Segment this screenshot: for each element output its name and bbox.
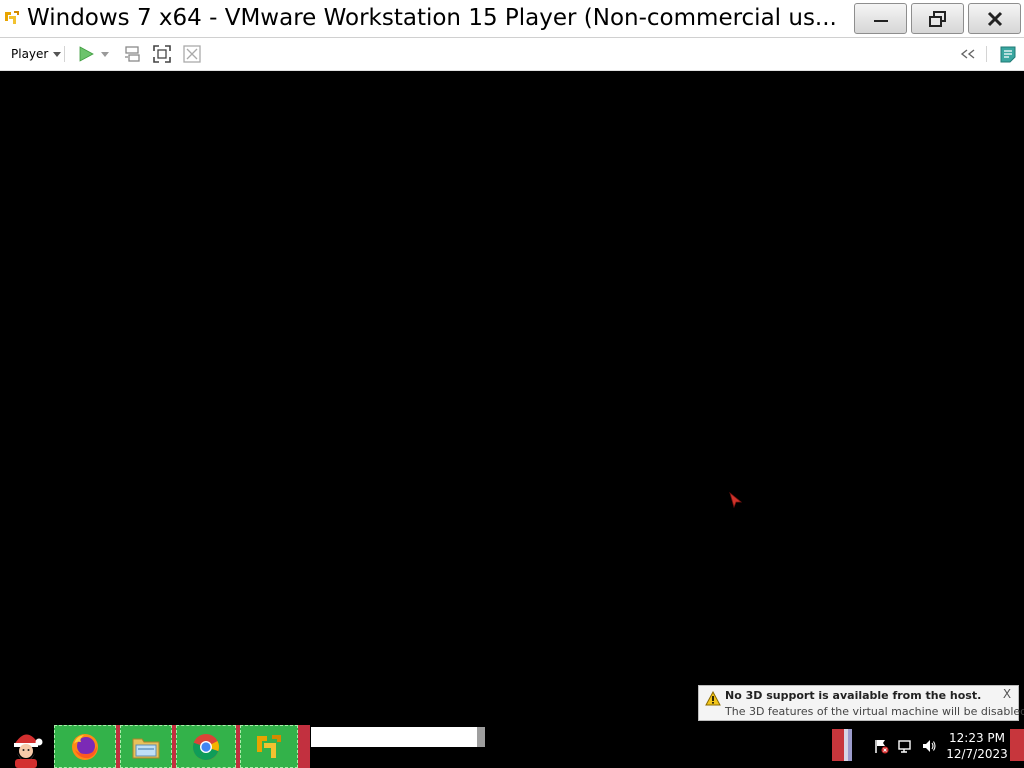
network-tray-button[interactable] xyxy=(896,737,914,755)
santa-start-icon[interactable] xyxy=(6,725,46,768)
minimize-button[interactable] xyxy=(854,3,907,34)
restore-button[interactable] xyxy=(911,3,964,34)
vmware-icon xyxy=(5,11,19,24)
warning-icon xyxy=(705,691,721,706)
notification-message: The 3D features of the virtual machine w… xyxy=(725,705,1024,718)
dropdown-arrow-icon xyxy=(101,51,109,57)
send-ctrl-alt-del-icon xyxy=(125,46,140,62)
player-menu-button[interactable]: Player xyxy=(5,44,65,64)
toolbar-separator xyxy=(986,46,987,62)
notification-close-button[interactable]: X xyxy=(1001,688,1013,700)
close-icon xyxy=(987,11,1002,26)
library-button[interactable] xyxy=(998,44,1018,64)
volume-icon xyxy=(923,740,936,752)
notification-title: No 3D support is available from the host… xyxy=(725,689,982,702)
restore-icon xyxy=(928,10,946,27)
show-desktop-button[interactable] xyxy=(1010,729,1024,761)
unity-button[interactable] xyxy=(182,44,202,64)
notification-balloon[interactable]: No 3D support is available from the host… xyxy=(698,685,1024,721)
vm-display[interactable] xyxy=(0,71,1024,768)
play-icon xyxy=(79,46,94,62)
library-icon xyxy=(1000,46,1016,63)
title-bar[interactable]: Windows 7 x64 - VMware Workstation 15 Pl… xyxy=(0,0,1024,38)
minimize-icon xyxy=(873,19,888,22)
full-screen-icon xyxy=(153,45,171,63)
network-icon xyxy=(898,740,911,753)
guest-taskbar: 12:23 PM 12/7/2023 xyxy=(0,725,1024,768)
action-center-flag-icon xyxy=(875,740,889,754)
toolbar-separator xyxy=(64,46,65,62)
taskbar-address-input[interactable] xyxy=(311,727,481,747)
taskbar-chrome-button[interactable] xyxy=(176,725,236,768)
unity-icon xyxy=(183,45,201,63)
tray-separator xyxy=(832,729,852,761)
player-toolbar: Player xyxy=(0,38,1024,71)
file-explorer-icon xyxy=(132,738,160,758)
action-center-tray-button[interactable] xyxy=(872,737,890,755)
taskbar-firefox-button[interactable] xyxy=(54,725,116,768)
chrome-icon xyxy=(192,733,219,760)
clock-time: 12:23 PM xyxy=(949,731,1005,745)
firefox-icon xyxy=(72,733,98,760)
chevron-down-icon xyxy=(53,51,62,57)
vmware-taskbar-icon xyxy=(257,734,281,758)
collapse-icon xyxy=(960,49,975,59)
mouse-cursor-icon xyxy=(729,492,743,508)
collapse-toolbar-button[interactable] xyxy=(958,44,978,64)
system-clock[interactable]: 12:23 PM 12/7/2023 xyxy=(944,730,1010,762)
taskbar-vmware-button[interactable] xyxy=(240,725,298,768)
volume-tray-button[interactable] xyxy=(920,737,938,755)
power-on-button[interactable] xyxy=(76,44,96,64)
power-dropdown-button[interactable] xyxy=(98,44,112,64)
taskbar-explorer-button[interactable] xyxy=(120,725,172,768)
taskbar-input-scrollbar[interactable] xyxy=(477,727,485,747)
send-ctrl-alt-del-button[interactable] xyxy=(122,44,142,64)
close-button[interactable] xyxy=(968,3,1021,34)
player-menu-label: Player xyxy=(11,47,49,61)
clock-date: 12/7/2023 xyxy=(946,747,1008,761)
vmware-player-window: Windows 7 x64 - VMware Workstation 15 Pl… xyxy=(0,0,1024,768)
taskbar-separator xyxy=(298,725,310,768)
full-screen-button[interactable] xyxy=(152,44,172,64)
window-title: Windows 7 x64 - VMware Workstation 15 Pl… xyxy=(27,5,837,31)
